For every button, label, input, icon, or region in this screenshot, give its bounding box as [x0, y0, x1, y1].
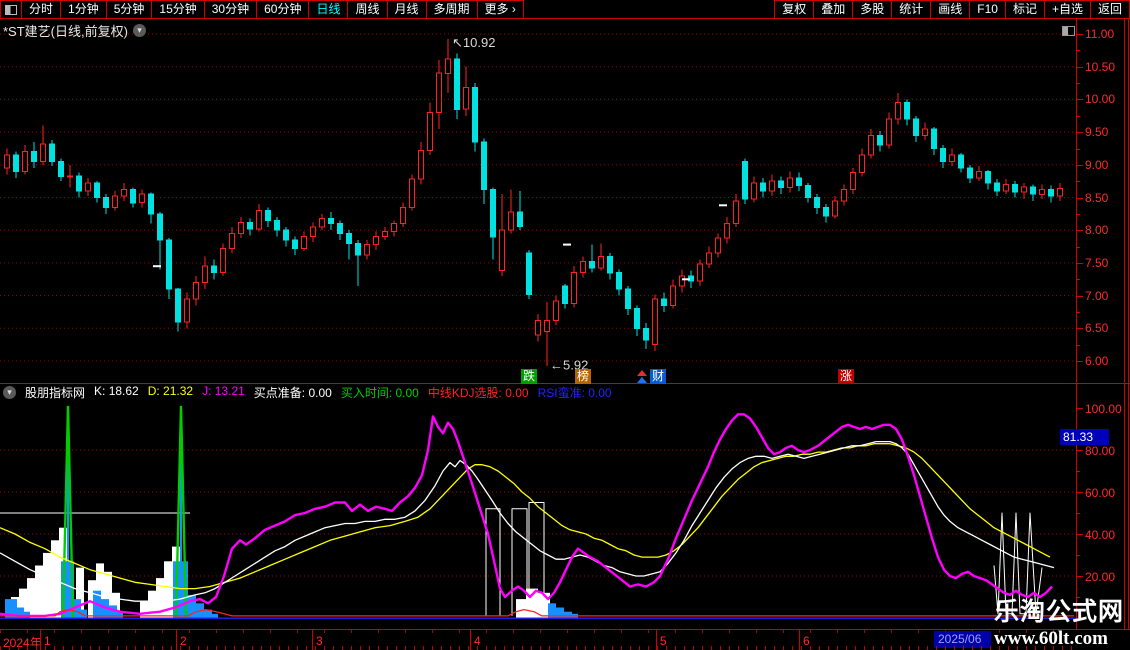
price-axis-label: 6.50	[1085, 321, 1109, 336]
price-axis-label: 6.00	[1085, 354, 1109, 368]
axis-tick	[1076, 576, 1083, 577]
price-axis-label: 9.00	[1085, 157, 1109, 172]
indicator-value: K: 18.62	[94, 383, 139, 398]
axis-tick	[1076, 132, 1083, 134]
red-up-triangle-icon	[637, 370, 647, 376]
watermark-url: www.60lt.com	[994, 628, 1108, 649]
chevron-down-icon[interactable]: ▾	[132, 24, 146, 37]
axis-tick	[1076, 513, 1080, 514]
axis-tick	[1076, 450, 1083, 451]
hotword-badge[interactable]: 榜	[575, 369, 592, 384]
axis-tick	[1076, 262, 1083, 264]
price-axis-label: 8.00	[1085, 223, 1109, 238]
period-tab[interactable]: 15分钟	[151, 0, 205, 19]
price-axis-label: 10.50	[1085, 59, 1116, 74]
hotword-badge[interactable]: 涨	[838, 369, 855, 384]
indicator-value: D: 21.32	[147, 383, 194, 398]
toolbar-button[interactable]: 标记	[1004, 0, 1045, 19]
indicator-value-badge: 81.33	[1060, 429, 1109, 445]
axis-tick	[1076, 34, 1083, 35]
indicator-chart[interactable]	[0, 399, 1076, 620]
blue-up-triangle-icon	[637, 377, 647, 383]
axis-tick	[1076, 471, 1080, 472]
period-tab[interactable]: 60分钟	[256, 0, 310, 19]
indicator-value: RSI蛮准: 0.00	[537, 385, 612, 400]
pane-toggle-icon[interactable]	[1062, 26, 1075, 36]
axis-tick	[1076, 555, 1080, 556]
toolbar-left-group: 分时 1分钟 5分钟 15分钟 30分钟 60分钟 日线 周线 月线 多周期 更多 ›	[0, 0, 524, 19]
price-axis-label: 7.00	[1085, 288, 1109, 303]
axis-tick	[1076, 408, 1083, 409]
axis-tick	[1076, 295, 1083, 297]
bottom-tick-strip	[0, 646, 1076, 650]
toolbar-button[interactable]: 复权	[774, 0, 815, 19]
indicator-values: K: 18.62 D: 21.32 J: 13.21 买点准备: 0.00 买入时间: …	[94, 384, 612, 401]
watermark-site-name: 乐淘公式网	[994, 598, 1125, 626]
chart-title-bar: *ST建艺(日线,前复权) ▾	[3, 21, 146, 40]
toolbar-button[interactable]: 叠加	[813, 0, 854, 19]
hotword-badge[interactable]: 跌	[521, 369, 538, 384]
indicator-axis-label: 20.00	[1085, 570, 1116, 584]
indicator-value: 买点准备: 0.00	[253, 385, 332, 400]
toolbar-button[interactable]: F10	[969, 0, 1006, 19]
axis-tick	[1076, 164, 1083, 166]
period-tab[interactable]: 周线	[347, 0, 388, 19]
candlestick-chart[interactable]: ↖10.92←5.92	[0, 19, 1076, 383]
panes-icon	[5, 4, 17, 15]
svg-text:↖10.92: ↖10.92	[452, 35, 495, 50]
price-axis-label: 8.50	[1085, 190, 1109, 205]
toolbar-button[interactable]: 统计	[891, 0, 932, 19]
period-tab[interactable]: 更多 ›	[476, 0, 524, 19]
toolbar-button[interactable]: 画线	[930, 0, 971, 19]
axis-tick	[1076, 66, 1083, 68]
up-down-arrows-icon	[637, 370, 647, 383]
watermark: 乐淘公式网 www.60lt.com	[994, 592, 1124, 650]
time-axis-ticks	[0, 630, 1076, 633]
period-tab[interactable]: 30分钟	[203, 0, 258, 19]
period-tab[interactable]: 月线	[386, 0, 427, 19]
panes-layout-button[interactable]	[0, 0, 22, 19]
period-tab[interactable]: 分时	[21, 0, 62, 19]
axis-tick	[1076, 230, 1083, 232]
toolbar-button[interactable]: 多股	[852, 0, 893, 19]
toolbar-button[interactable]: 返回	[1089, 0, 1130, 19]
indicator-value: J: 13.21	[202, 383, 245, 398]
price-axis-label: 7.50	[1085, 255, 1109, 270]
axis-tick	[1076, 99, 1083, 101]
axis-tick	[1076, 492, 1083, 493]
toolbar-button[interactable]: +自选	[1043, 0, 1091, 19]
price-axis: 11.00 10.50 10.00 9.50 9.00 8.50 8.00 7.50 7.00 6…	[1076, 19, 1130, 383]
period-tab[interactable]: 多周期	[425, 0, 478, 19]
period-tab[interactable]: 5分钟	[105, 0, 153, 19]
indicator-header: ▾ 股朋指标网 K: 18.62 D: 21.32 J: 13.21 买点准备: 0.…	[3, 384, 612, 401]
axis-tick	[1076, 328, 1083, 330]
period-tab[interactable]: 1分钟	[60, 0, 107, 19]
hotword-badge[interactable]: 财	[650, 369, 667, 384]
indicator-value: 中线KDJ选股: 0.00	[427, 385, 529, 400]
indicator-axis-label: 100.00	[1085, 402, 1122, 416]
price-axis-label: 10.00	[1085, 92, 1116, 107]
period-tab[interactable]: 日线	[308, 0, 349, 19]
axis-tick	[1076, 361, 1083, 362]
indicator-value: 买入时间: 0.00	[340, 385, 419, 400]
indicator-axis-label: 80.00	[1085, 444, 1116, 458]
app-window: 分时 1分钟 5分钟 15分钟 30分钟 60分钟 日线 周线 月线 多周期 更多 › 复权 叠加 多股…	[0, 0, 1130, 650]
indicator-axis-label: 40.00	[1085, 528, 1116, 542]
axis-tick	[1076, 197, 1083, 199]
chart-title: *ST建艺(日线,前复权)	[3, 24, 128, 39]
axis-tick	[1076, 534, 1083, 535]
indicator-axis-label: 60.00	[1085, 486, 1116, 500]
chevron-down-icon[interactable]: ▾	[3, 385, 16, 399]
price-axis-label: 9.50	[1085, 125, 1109, 140]
price-axis-label: 11.00	[1085, 27, 1115, 41]
top-toolbar: 分时 1分钟 5分钟 15分钟 30分钟 60分钟 日线 周线 月线 多周期 更多 › 复权 叠加 多股…	[0, 0, 1130, 19]
toolbar-right-group: 复权 叠加 多股 统计 画线 F10 标记 +自选 返回	[774, 0, 1130, 19]
indicator-name: 股朋指标网	[25, 385, 86, 400]
